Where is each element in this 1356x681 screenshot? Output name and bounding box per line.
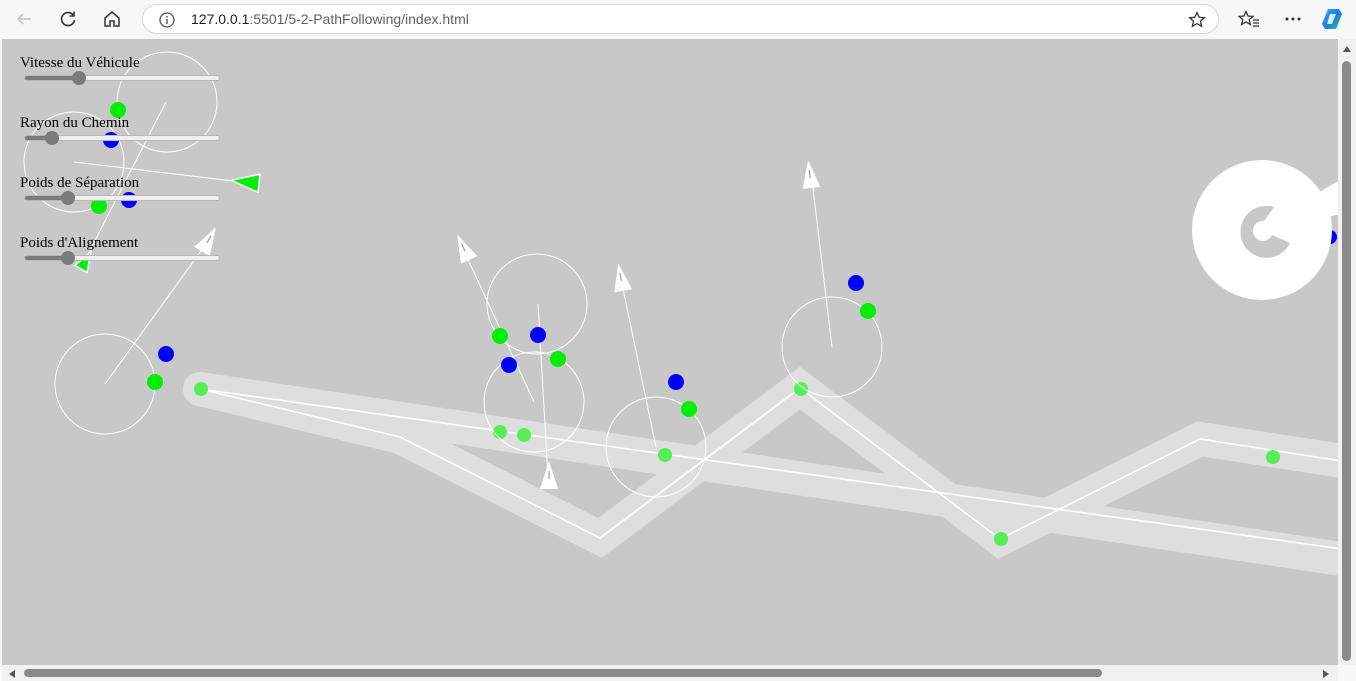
favorites-icon (1238, 9, 1259, 27)
separation-weight-label: Poids de Séparation (20, 175, 140, 191)
scroll-right-icon[interactable] (1322, 669, 1330, 679)
alignment-weight-slider[interactable] (24, 251, 220, 265)
path-radius-slider[interactable] (24, 131, 220, 145)
slider-thumb[interactable] (60, 191, 75, 205)
slider-thumb[interactable] (45, 131, 60, 145)
projection-dot (1266, 450, 1280, 464)
slider-fill (25, 76, 80, 80)
scroll-left-icon[interactable] (8, 669, 16, 679)
info-icon (159, 12, 175, 28)
projection-dot (493, 425, 507, 439)
url-text: 127.0.0.1:5501/5-2-PathFollowing/index.h… (191, 11, 469, 27)
more-button[interactable] (1277, 3, 1309, 35)
projection-dot (994, 532, 1008, 546)
speed-label: Vitesse du Véhicule (20, 55, 140, 71)
copilot-icon (1322, 9, 1342, 29)
p5-canvas[interactable]: Vitesse du Véhicule Rayon du Chemin Poid… (2, 39, 1338, 665)
future-position-dot (530, 327, 546, 343)
wander-target-dot (860, 303, 876, 319)
horizontal-scrollbar[interactable] (2, 665, 1338, 681)
separation-weight-control: Poids de Séparation (20, 175, 224, 211)
speed-slider[interactable] (24, 71, 220, 85)
vehicle (228, 173, 261, 194)
steering-line (810, 171, 833, 348)
vertical-scrollbar[interactable] (1338, 39, 1356, 665)
vehicle (802, 160, 821, 190)
future-position-dots (103, 132, 1337, 390)
future-position-dot (158, 346, 174, 362)
large-vehicle (1192, 160, 1338, 300)
refresh-icon (60, 11, 76, 27)
wander-target-dot (550, 351, 566, 367)
separation-weight-slider[interactable] (24, 191, 220, 205)
star-icon[interactable] (1187, 10, 1207, 30)
future-position-dot (501, 357, 517, 373)
vehicle (614, 263, 632, 293)
home-icon (104, 11, 120, 27)
steering-line (464, 252, 535, 403)
slider-thumb[interactable] (72, 71, 87, 85)
browser-window: 127.0.0.1:5501/5-2-PathFollowing/index.h… (0, 0, 1356, 681)
address-bar[interactable]: 127.0.0.1:5501/5-2-PathFollowing/index.h… (142, 4, 1219, 34)
more-icon (1285, 17, 1301, 21)
vehicle (540, 461, 558, 489)
vehicle (457, 234, 478, 264)
horizontal-scroll-thumb[interactable] (24, 669, 1102, 677)
browser-toolbar: 127.0.0.1:5501/5-2-PathFollowing/index.h… (0, 0, 1356, 38)
alignment-weight-control: Poids d'Alignement (20, 235, 224, 271)
path-radius-label: Rayon du Chemin (20, 115, 130, 131)
projection-dot (194, 382, 208, 396)
future-position-dot (848, 275, 864, 291)
slider-thumb[interactable] (60, 251, 75, 265)
copilot-button[interactable] (1318, 3, 1350, 35)
scroll-up-icon[interactable] (1342, 45, 1352, 53)
back-icon (16, 13, 31, 25)
wander-target-dot (147, 374, 163, 390)
wander-target-dot (492, 328, 508, 344)
projection-dot (794, 382, 808, 396)
alignment-weight-label: Poids d'Alignement (20, 235, 139, 251)
home-button[interactable] (96, 3, 128, 35)
speed-control: Vitesse du Véhicule (20, 55, 224, 91)
path-radius-control: Rayon du Chemin (20, 115, 224, 151)
future-position-dot (668, 374, 684, 390)
refresh-button[interactable] (52, 3, 84, 35)
projection-dot (517, 428, 531, 442)
steering-line (620, 278, 657, 448)
favorites-button[interactable] (1233, 3, 1265, 35)
vertical-scroll-thumb[interactable] (1342, 61, 1351, 661)
projection-dot (658, 448, 672, 462)
wander-target-dot (681, 401, 697, 417)
back-button[interactable] (8, 3, 40, 35)
